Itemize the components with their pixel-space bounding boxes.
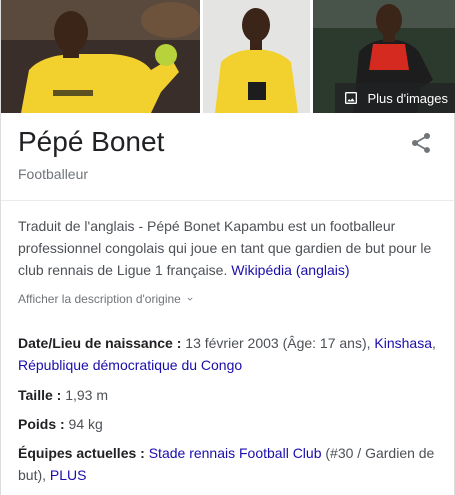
fact-birth-label: Date/Lieu de naissance : xyxy=(18,335,182,351)
fact-weight-label: Poids : xyxy=(18,416,65,432)
fact-birth: Date/Lieu de naissance : 13 février 2003… xyxy=(18,332,443,376)
more-images-button[interactable]: Plus d'images xyxy=(335,83,455,113)
fact-height: Taille : 1,93 m xyxy=(18,384,443,406)
more-images-label: Plus d'images xyxy=(367,90,448,106)
fact-teams-label: Équipes actuelles : xyxy=(18,445,145,461)
entity-subtitle: Footballeur xyxy=(18,166,89,182)
fact-birth-separator: , xyxy=(432,335,436,351)
player-photo-1[interactable] xyxy=(1,0,200,113)
player-photo-2[interactable] xyxy=(203,0,310,113)
chevron-down-icon xyxy=(187,297,193,301)
description: Traduit de l'anglais - Pépé Bonet Kapamb… xyxy=(18,215,443,281)
team-link[interactable]: Stade rennais Football Club xyxy=(149,445,322,461)
birthplace-link-kinshasa[interactable]: Kinshasa xyxy=(374,335,432,351)
entity-title: Pépé Bonet xyxy=(18,126,165,157)
fact-weight: Poids : 94 kg xyxy=(18,413,443,435)
more-teams-link[interactable]: PLUS xyxy=(50,467,87,483)
share-icon[interactable] xyxy=(409,131,433,155)
wikipedia-link[interactable]: Wikipédia (anglais) xyxy=(231,262,349,278)
show-original-toggle[interactable]: Afficher la description d'origine xyxy=(18,292,195,306)
image-icon xyxy=(345,92,358,104)
show-original-label: Afficher la description d'origine xyxy=(18,292,181,306)
fact-weight-value: 94 kg xyxy=(64,416,103,432)
divider xyxy=(1,200,455,201)
fact-height-label: Taille : xyxy=(18,387,62,403)
birthplace-link-country[interactable]: République démocratique du Congo xyxy=(18,357,242,373)
photo-strip: Plus d'images xyxy=(1,0,455,113)
fact-birth-value: 13 février 2003 (Âge: 17 ans), xyxy=(181,335,375,351)
fact-teams: Équipes actuelles : Stade rennais Footba… xyxy=(18,442,443,486)
knowledge-panel: Plus d'images Pépé Bonet Footballeur Tra… xyxy=(0,0,455,495)
fact-height-value: 1,93 m xyxy=(61,387,109,403)
description-text: Traduit de l'anglais - Pépé Bonet Kapamb… xyxy=(18,218,432,278)
